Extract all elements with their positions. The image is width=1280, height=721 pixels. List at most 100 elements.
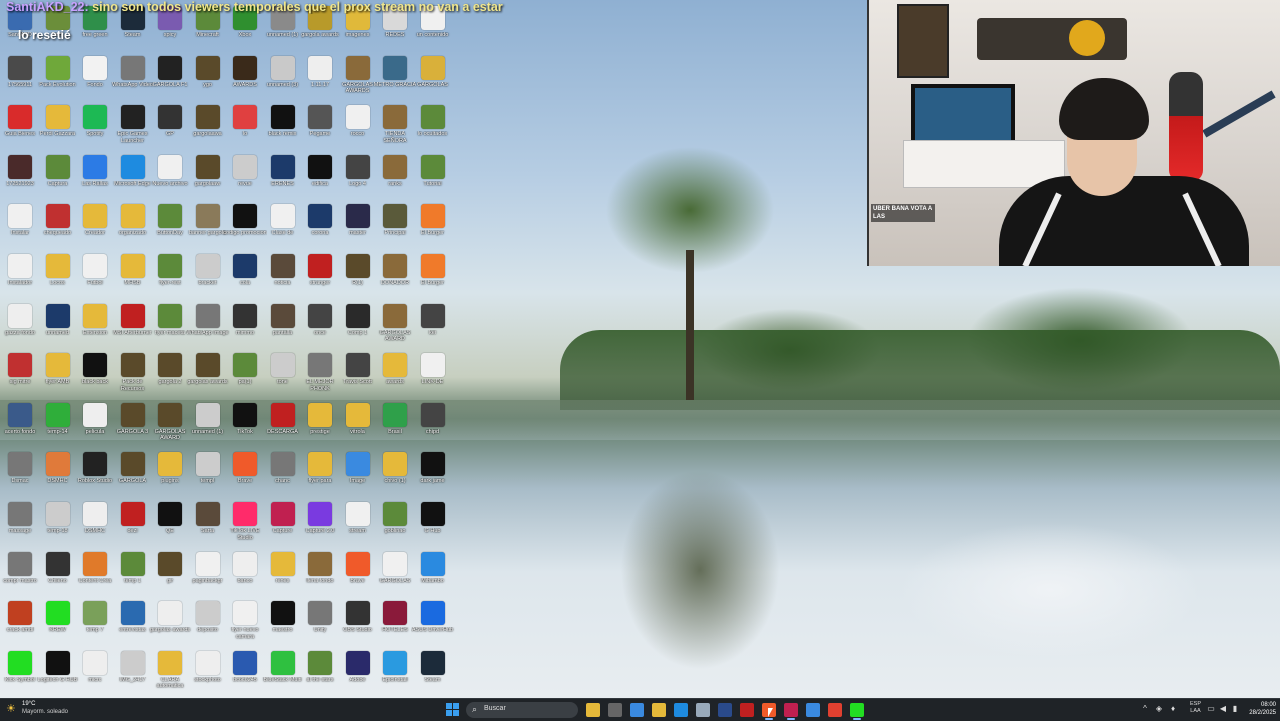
desktop-icon[interactable]: Principal <box>377 202 413 250</box>
desktop-icon[interactable]: AWARDS <box>227 54 263 102</box>
desktop-icon[interactable]: chipd <box>415 401 451 449</box>
desktop-icon[interactable]: HOTELES <box>377 599 413 647</box>
desktop-icon[interactable]: massage <box>2 500 38 548</box>
desktop-icon[interactable]: R(1) <box>340 252 376 300</box>
desktop-icon[interactable]: dezi <box>115 500 151 548</box>
desktop-icon[interactable]: bracket <box>190 252 226 300</box>
desktop-icon[interactable]: Captura <box>40 153 76 201</box>
desktop-icon[interactable]: El Burger <box>415 252 451 300</box>
desktop-icon[interactable]: pantalla <box>265 302 301 350</box>
desktop-icon[interactable]: Epic Games Launcher <box>115 103 151 151</box>
desktop-icon[interactable]: edifica <box>302 153 338 201</box>
desktop-icon[interactable]: chanc <box>265 450 301 498</box>
desktop-icon[interactable]: black back <box>77 351 113 399</box>
desktop-icon[interactable]: stockphoto <box>190 649 226 697</box>
desktop-icon[interactable]: once <box>302 302 338 350</box>
desktop-icon[interactable]: CLARA automatica <box>152 649 188 697</box>
desktop-icon[interactable]: dark jame <box>415 450 451 498</box>
desktop-icon[interactable]: deposito <box>190 599 226 647</box>
desktop-icon[interactable]: master <box>340 202 376 250</box>
taskbar-app-msi[interactable] <box>740 703 754 717</box>
desktop-icon[interactable]: Nuevo archivo <box>152 153 188 201</box>
desktop-icon[interactable]: Capture <box>265 500 301 548</box>
taskbar-app-folder[interactable] <box>652 703 666 717</box>
desktop-icon[interactable]: BlueStack Multi <box>264 649 301 697</box>
desktop-icon[interactable]: GARGOLA 3 <box>115 401 151 449</box>
desktop-icon[interactable]: EL MEJOR PHONK <box>302 351 338 399</box>
desktop-icon[interactable]: ERENES <box>265 153 301 201</box>
desktop-icon[interactable]: El Burger <box>415 202 451 250</box>
desktop-icon[interactable]: Pack de Recursos <box>115 351 151 399</box>
desktop-icon[interactable]: Adobe <box>340 649 376 697</box>
desktop-icon[interactable]: WhatsApp Video <box>112 54 153 102</box>
language-indicator[interactable]: ESP LAA <box>1190 701 1201 715</box>
desktop-icon[interactable]: micrc <box>77 649 113 697</box>
desktop-icon[interactable]: gargolas awards <box>150 599 190 647</box>
desktop-icon[interactable]: entrevistas <box>115 599 151 647</box>
desktop-icon[interactable]: noticia <box>265 252 301 300</box>
taskbar-app-notepad[interactable] <box>696 703 710 717</box>
desktop-icon[interactable]: Logo 4 <box>340 153 376 201</box>
desktop-icon[interactable]: LINK-DE <box>415 351 451 399</box>
network-icon[interactable]: ▭ <box>1206 704 1216 713</box>
desktop-icon[interactable]: GARGOLAS <box>377 550 413 598</box>
desktop-icon[interactable]: temp 7 <box>77 599 113 647</box>
desktop-icon[interactable]: Fondo <box>77 54 113 102</box>
desktop-icon[interactable]: unnamed <box>40 302 76 350</box>
taskbar-clock[interactable]: 08:00 28/2/2025 <box>1246 701 1276 717</box>
desktop-icon[interactable]: flyer nuevo camara <box>227 599 263 647</box>
desktop-icon[interactable]: G Hub <box>415 500 451 548</box>
desktop-icon[interactable]: Travis Scott <box>340 351 376 399</box>
taskbar-search-box[interactable]: ⌕ Buscar <box>466 702 578 718</box>
desktop-icon[interactable]: Perdi Gazzara <box>40 103 76 151</box>
desktop-icon[interactable]: Kick Symbol <box>2 649 38 697</box>
desktop-icon[interactable]: maestro <box>265 599 301 647</box>
desktop-icon[interactable]: GARGOLAS AWARDS <box>340 54 376 102</box>
desktop-icon[interactable]: Chileno <box>40 550 76 598</box>
desktop-icon[interactable]: templ <box>190 450 226 498</box>
desktop-icon[interactable]: GARGOLA F1 <box>152 54 188 102</box>
desktop-icon[interactable]: temp-18 <box>40 500 76 548</box>
desktop-icon[interactable]: compr mastro <box>2 550 38 598</box>
desktop-icon[interactable]: mimmo <box>227 302 263 350</box>
desktop-icon[interactable]: Content Crea <box>77 550 113 598</box>
desktop-icon[interactable]: gargolaaw <box>190 153 226 201</box>
desktop-icon[interactable]: stream <box>340 500 376 548</box>
desktop-icon[interactable]: KREW <box>40 599 76 647</box>
desktop-icon[interactable]: gazza fondo <box>2 302 38 350</box>
desktop-icon[interactable]: vitrola <box>340 401 376 449</box>
desktop-icon[interactable]: GP <box>152 103 188 151</box>
desktop-icon[interactable]: banner gargola <box>189 202 226 250</box>
taskbar-app-obs[interactable] <box>784 703 798 720</box>
desktop-icon[interactable]: EpicInstall <box>377 649 413 697</box>
desktop-icon[interactable]: GARGOLAS AWARD <box>152 401 188 449</box>
taskbar-app-pro[interactable] <box>718 703 732 717</box>
desktop-icon[interactable]: paginbackgr <box>190 550 226 598</box>
desktop-icon[interactable]: black remix <box>265 103 301 151</box>
desktop-icon[interactable]: Pegame <box>302 103 338 151</box>
desktop-icon[interactable]: revue <box>227 153 263 201</box>
taskbar-app-file-explorer[interactable] <box>586 703 600 717</box>
desktop-icon[interactable]: Clase de <box>265 202 301 250</box>
desktop-icon[interactable]: 17565911 <box>2 54 38 102</box>
desktop-icon[interactable]: GARGOLA <box>115 450 151 498</box>
desktop-icon[interactable]: al the stars <box>302 649 338 697</box>
desktop-icon[interactable]: codigo promocion <box>223 202 267 250</box>
microphone-icon[interactable]: ♦ <box>1168 704 1178 713</box>
tray-app-icon[interactable]: ◈ <box>1154 704 1164 713</box>
desktop-icon[interactable]: sig mitre <box>2 351 38 399</box>
desktop-icon[interactable]: TikTok LIVE Studio <box>227 500 263 548</box>
weather-widget[interactable]: ☀ 19°C Mayorm. soleado <box>6 701 96 719</box>
desktop-icon[interactable]: Futbol <box>77 252 113 300</box>
desktop-icon[interactable]: bc6c6245 <box>227 649 263 697</box>
desktop-icon[interactable]: Las Rallas <box>77 153 113 201</box>
desktop-icon[interactable]: kei <box>415 302 451 350</box>
desktop-icon[interactable]: TikTok <box>227 401 263 449</box>
desktop-icon[interactable]: Brasil <box>377 401 413 449</box>
desktop-icon[interactable]: gargolas awards <box>187 351 228 399</box>
desktop-icon[interactable]: 1.11.17 <box>302 54 338 102</box>
desktop-icon[interactable]: temp 1 <box>115 550 151 598</box>
desktop-icon[interactable]: flyer AMB <box>40 351 76 399</box>
desktop-icon[interactable]: rocco <box>340 103 376 151</box>
desktop-icon[interactable]: pelicula <box>77 401 113 449</box>
